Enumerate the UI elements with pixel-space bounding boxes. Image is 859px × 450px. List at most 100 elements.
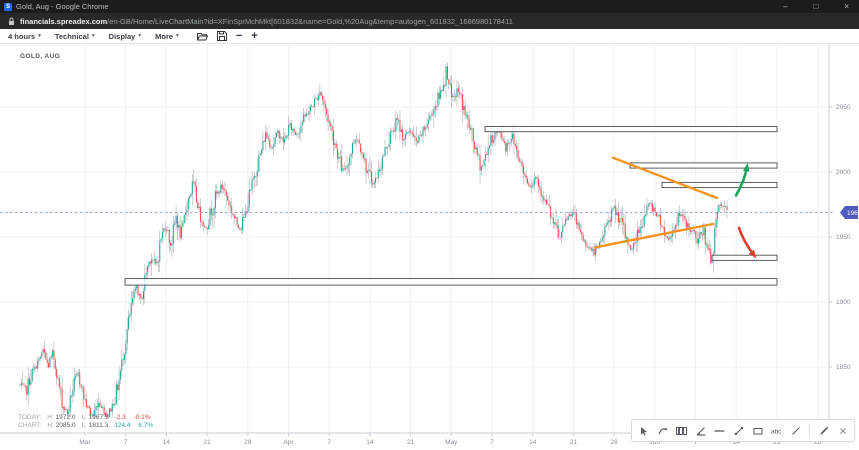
freehand-curve-tool[interactable]	[657, 425, 668, 436]
zoom-out-button[interactable]: −	[236, 31, 242, 41]
y-axis-label: 1850	[836, 364, 851, 371]
candle-body	[232, 214, 233, 215]
pointer-tool[interactable]	[638, 425, 649, 436]
candle-body	[435, 106, 436, 110]
ray-tool[interactable]	[790, 425, 801, 436]
candle-body	[139, 294, 140, 295]
price-zone[interactable]	[125, 279, 777, 286]
candle-body	[37, 361, 38, 368]
candle-body	[589, 247, 590, 248]
save-icon[interactable]	[217, 31, 227, 41]
candle-body	[177, 216, 178, 228]
candle-body	[648, 205, 649, 207]
candle-body	[352, 143, 353, 154]
candle-body	[701, 232, 702, 234]
candle-body	[100, 403, 101, 406]
candle-body	[167, 230, 168, 231]
open-folder-icon[interactable]	[197, 32, 208, 41]
price-zone[interactable]	[630, 163, 777, 168]
timeframe-dropdown[interactable]: 4 hours▾	[8, 32, 41, 41]
trend-angle-tool[interactable]	[695, 425, 706, 436]
more-dropdown[interactable]: More▾	[155, 32, 179, 41]
candle-body	[306, 114, 307, 117]
candle-body	[208, 225, 209, 229]
candle-body	[288, 125, 289, 136]
candle-body	[346, 165, 347, 168]
candle-body	[543, 196, 544, 200]
candle-body	[456, 88, 457, 97]
candle-body	[113, 404, 114, 406]
candle-body	[436, 106, 437, 107]
close-button[interactable]: ×	[844, 2, 849, 12]
candle-body	[626, 238, 627, 239]
candle-body	[505, 143, 506, 151]
candle-body	[242, 217, 243, 230]
x-axis-label: 7	[124, 439, 128, 446]
green-up-arrow[interactable]	[736, 167, 747, 196]
chart-change: 124.4	[114, 422, 130, 429]
candle-body	[531, 187, 532, 188]
candle-body	[201, 222, 202, 223]
candle-body	[606, 225, 607, 227]
candle-body	[276, 133, 277, 137]
minimize-button[interactable]: –	[783, 2, 787, 12]
x-axis-label: May	[445, 439, 458, 446]
candle-body	[568, 216, 569, 220]
candle-body	[291, 123, 292, 130]
candle-body	[420, 135, 421, 136]
candle-body	[454, 96, 455, 97]
candle-body	[691, 231, 692, 232]
pencil-tool[interactable]	[818, 425, 829, 436]
candle-body	[555, 222, 556, 225]
candle-body	[424, 127, 425, 130]
candle-body	[425, 128, 426, 129]
candle-body	[214, 208, 215, 215]
candle-body	[705, 228, 706, 245]
candle-body	[622, 218, 623, 222]
delete-drawing-tool[interactable]	[837, 425, 848, 436]
rectangle-tool[interactable]	[752, 425, 763, 436]
candle-body	[649, 203, 650, 204]
price-zone[interactable]	[712, 255, 777, 260]
candle-body	[376, 178, 377, 179]
segment-tool[interactable]	[733, 425, 744, 436]
technical-dropdown[interactable]: Technical▾	[55, 32, 95, 41]
candle-body	[24, 385, 25, 386]
x-axis-label: 21	[203, 439, 211, 446]
ohlc-stats: TODAY:H: 1972.0L: 1967.9-2.3 -0.1% CHART…	[18, 414, 153, 430]
text-tool[interactable]: abc	[771, 425, 782, 436]
candle-body	[583, 235, 584, 241]
grid-columns-icon[interactable]	[676, 425, 687, 436]
candle-body	[192, 181, 193, 193]
candle-body	[184, 215, 185, 223]
candle-body	[136, 286, 137, 289]
candle-body	[222, 185, 223, 189]
zoom-in-button[interactable]: +	[251, 31, 257, 41]
chart-toolbar: 4 hours▾ Technical▾ Display▾ More▾ − +	[0, 29, 859, 44]
maximize-button[interactable]: □	[813, 2, 818, 12]
candle-body	[79, 373, 80, 385]
candle-body	[619, 218, 620, 222]
candle-body	[602, 238, 603, 242]
candle-body	[372, 183, 373, 185]
chart-region[interactable]: Mar7142128Apr71421May7142128Jun714212820…	[0, 44, 859, 450]
candle-body	[133, 291, 134, 299]
candle-body	[363, 154, 364, 159]
candle-body	[674, 229, 675, 230]
red-down-arrow[interactable]	[739, 228, 754, 255]
candle-body	[547, 204, 548, 205]
candle-body	[56, 369, 57, 378]
candle-body	[494, 131, 495, 140]
display-dropdown[interactable]: Display▾	[109, 32, 141, 41]
price-zone[interactable]	[485, 127, 777, 132]
address-text: financials.spreadex.com/en-GB/Home/LiveC…	[20, 17, 513, 26]
candle-body	[298, 133, 299, 134]
candle-body	[264, 141, 265, 142]
horizontal-line-tool[interactable]	[714, 425, 725, 436]
candle-body	[351, 154, 352, 157]
candle-body	[200, 207, 201, 222]
today-change: -2.3	[115, 414, 126, 421]
candlestick-chart[interactable]: Mar7142128Apr71421May7142128Jun714212820…	[0, 44, 859, 450]
candle-body	[295, 132, 296, 135]
url-bar[interactable]: financials.spreadex.com/en-GB/Home/LiveC…	[0, 13, 859, 29]
